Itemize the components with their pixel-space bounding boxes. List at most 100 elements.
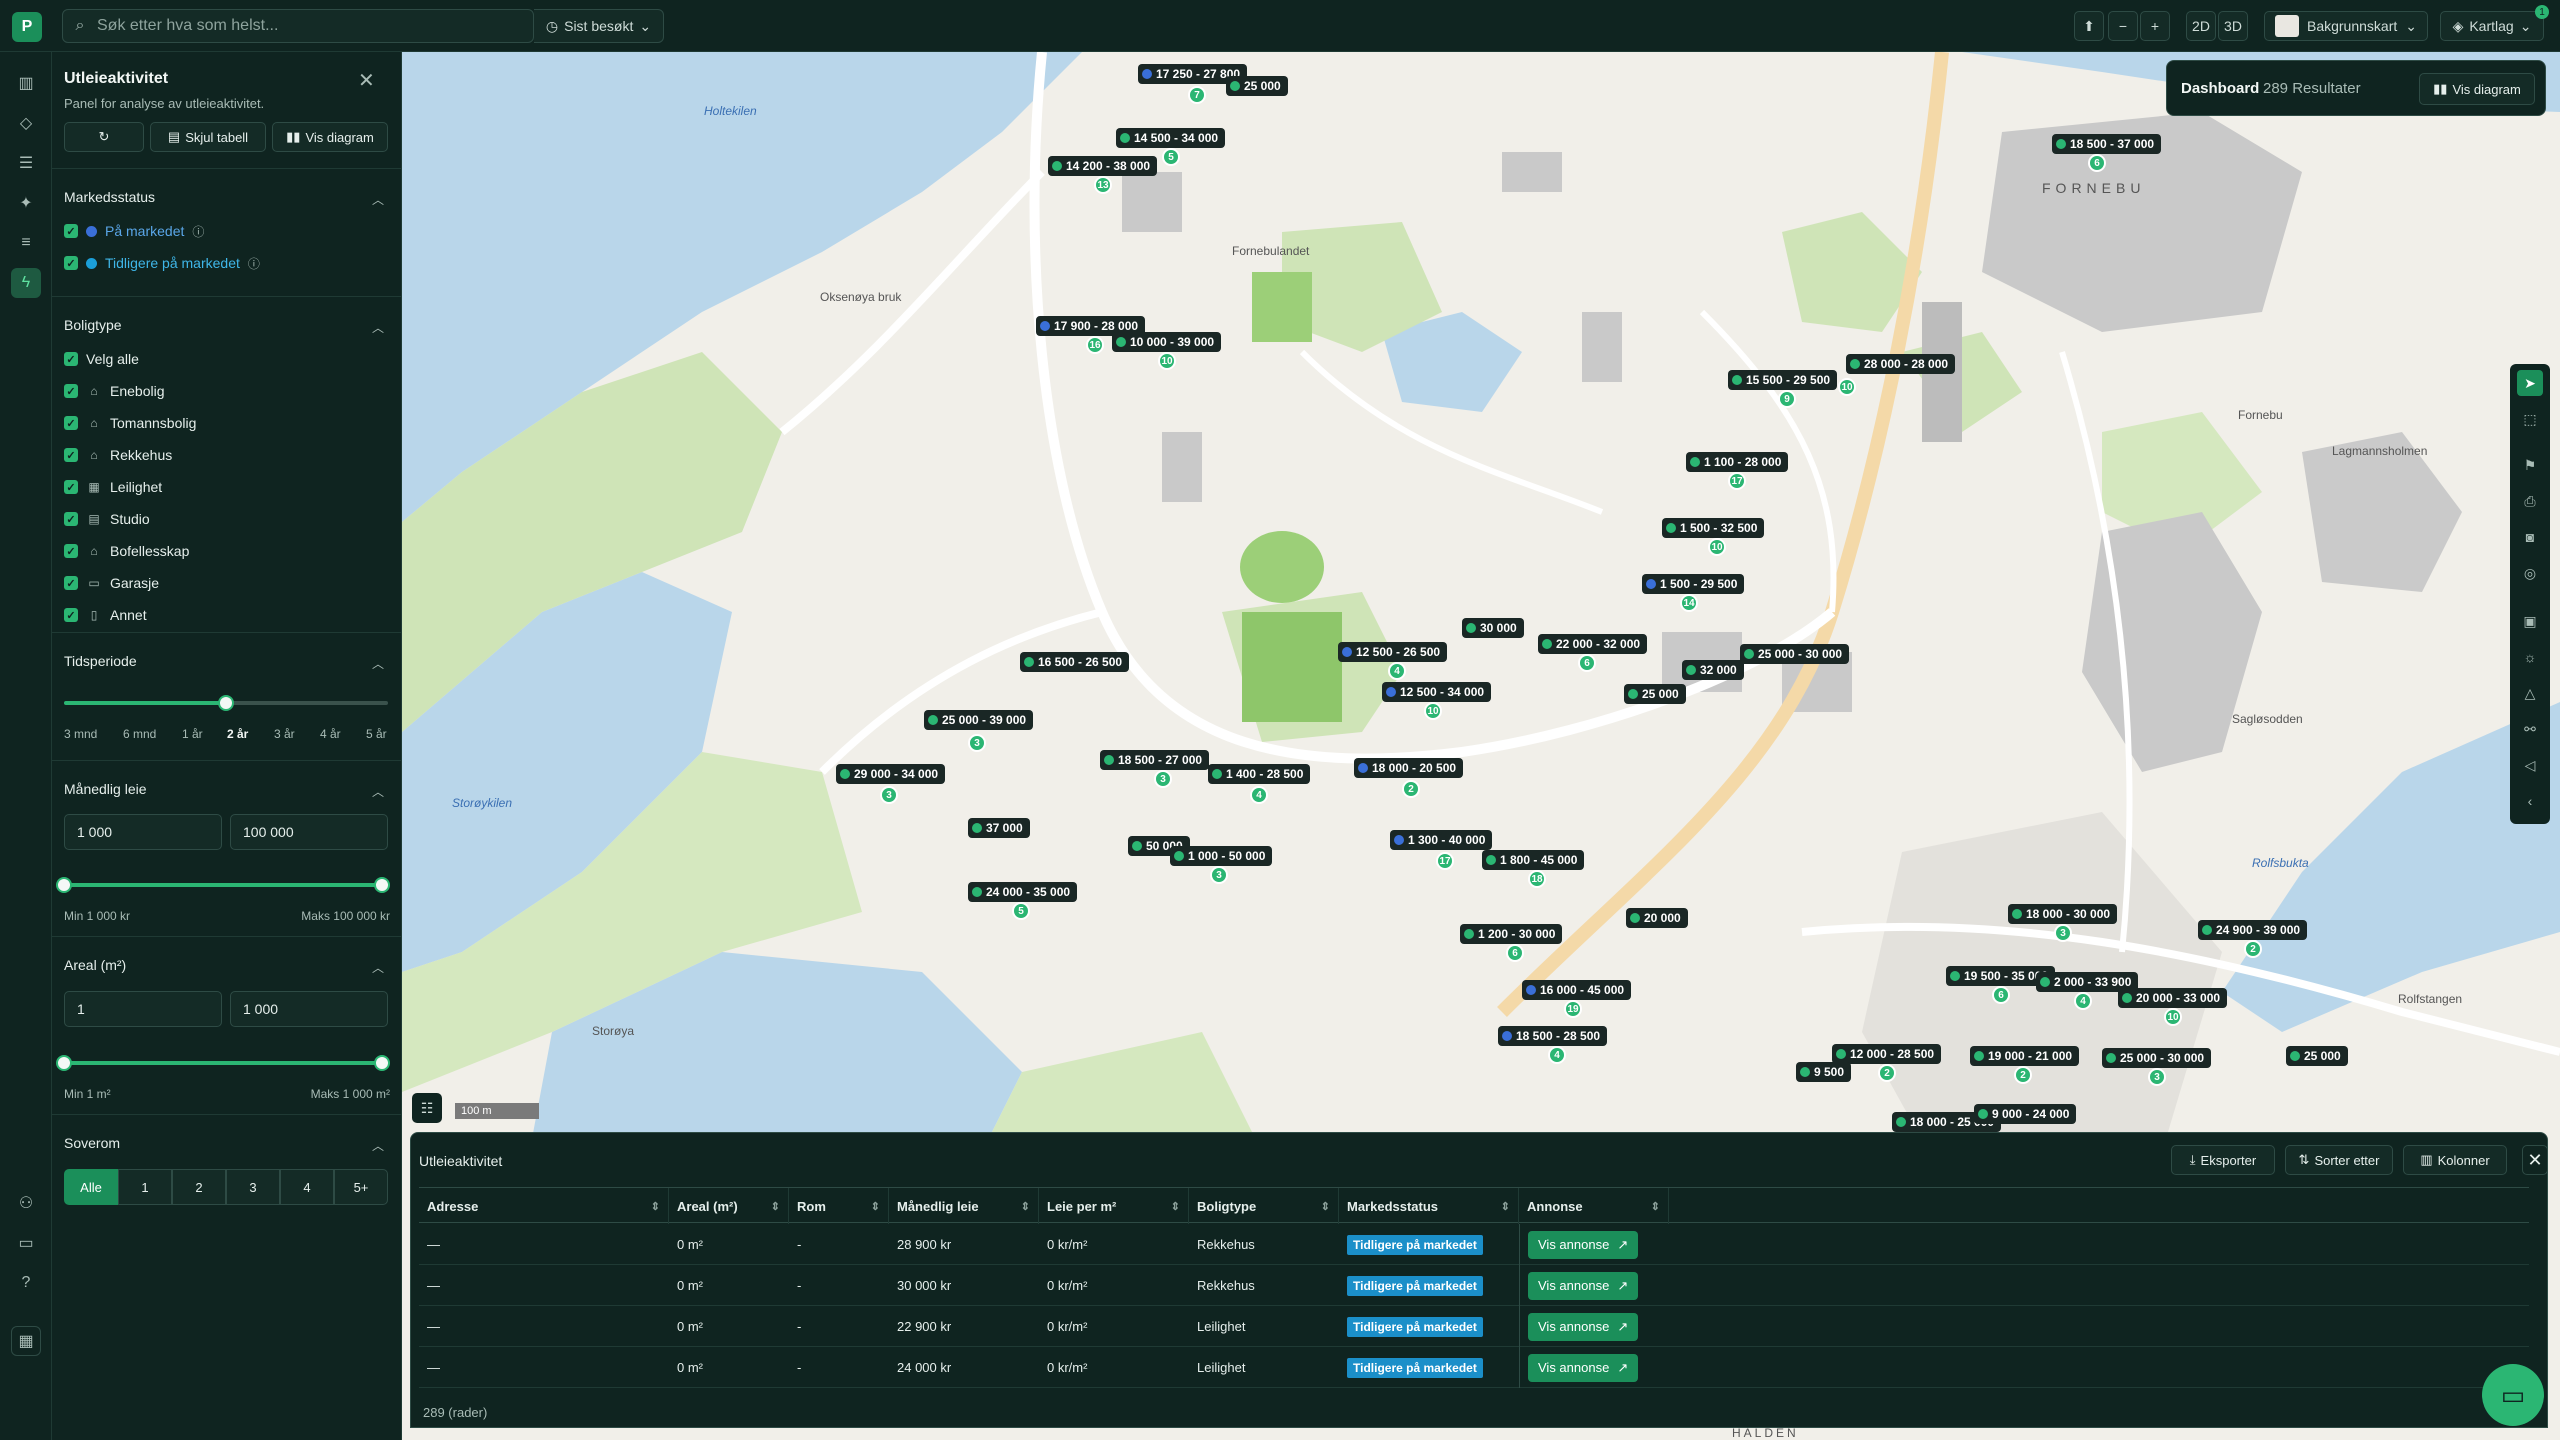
column-header[interactable]: Annonse ⇕ <box>1519 1188 1669 1224</box>
location-icon[interactable]: ◎ <box>2517 560 2543 586</box>
table-row[interactable]: — 0 m² - 30 000 kr 0 kr/m² Rekkehus Tidl… <box>419 1265 2529 1306</box>
checkbox[interactable]: ✓ <box>64 480 78 494</box>
type-row[interactable]: ✓ ⌂ Enebolig <box>64 381 165 401</box>
chat-icon[interactable]: ▭ <box>11 1228 41 1258</box>
mode-2d-button[interactable]: 2D <box>2186 11 2216 41</box>
column-header[interactable]: Månedlig leie ⇕ <box>889 1188 1039 1224</box>
map-pin[interactable]: 1 100 - 28 000 <box>1686 452 1789 472</box>
map-pin[interactable]: 24 000 - 35 000 <box>968 882 1078 902</box>
period-tick[interactable]: 5 år <box>366 727 387 741</box>
period-tick[interactable]: 3 mnd <box>64 727 97 741</box>
map-pin[interactable]: 18 500 - 37 000 <box>2052 134 2162 154</box>
info-icon[interactable]: ⓘ <box>192 223 204 240</box>
map-pin[interactable]: 12 000 - 28 500 <box>1832 1044 1942 1064</box>
period-tick-selected[interactable]: 2 år <box>227 727 248 741</box>
map-pin[interactable]: 18 000 - 30 000 <box>2008 904 2118 924</box>
map-pin[interactable]: 14 200 - 38 000 <box>1048 156 1158 176</box>
map-pin[interactable]: 30 000 <box>1462 618 1524 638</box>
map-pin[interactable]: 10 000 - 39 000 <box>1112 332 1222 352</box>
map-pin[interactable]: 1 300 - 40 000 <box>1390 830 1493 850</box>
map-cluster[interactable]: 6 <box>1992 986 2010 1004</box>
car-icon[interactable]: ▣ <box>2517 608 2543 634</box>
checkbox[interactable]: ✓ <box>64 416 78 430</box>
map-pin[interactable]: 37 000 <box>968 818 1030 838</box>
map-pin[interactable]: 12 500 - 26 500 <box>1338 642 1448 662</box>
checkbox[interactable]: ✓ <box>64 608 78 622</box>
type-row[interactable]: ✓ ▤ Studio <box>64 509 150 529</box>
column-header[interactable]: Leie per m² ⇕ <box>1039 1188 1189 1224</box>
rent-slider-min-handle[interactable] <box>56 877 72 893</box>
layers-dropdown[interactable]: ◈ Kartlag ⌄ 1 <box>2440 5 2549 41</box>
table-row[interactable]: — 0 m² - 24 000 kr 0 kr/m² Leilighet Tid… <box>419 1347 2529 1388</box>
status-row-previously[interactable]: ✓ Tidligere på markedet ⓘ <box>64 253 260 273</box>
map-cluster[interactable]: 6 <box>1506 944 1524 962</box>
type-row[interactable]: ✓ ⌂ Tomannsbolig <box>64 413 196 433</box>
map-pin[interactable]: 25 000 - 30 000 <box>2102 1048 2212 1068</box>
sun-icon[interactable]: ☼ <box>2517 644 2543 670</box>
area-slider-max-handle[interactable] <box>374 1055 390 1071</box>
period-tick[interactable]: 3 år <box>274 727 295 741</box>
map-cluster[interactable]: 10 <box>1424 702 1442 720</box>
map-pin[interactable]: 28 000 - 28 000 <box>1846 354 1956 374</box>
dashboard-chart-button[interactable]: ▮▮ Vis diagram <box>2419 73 2535 105</box>
filter-icon[interactable]: ≡ <box>11 228 41 258</box>
map-cluster[interactable]: 7 <box>1188 86 1206 104</box>
map-cluster[interactable]: 17 <box>1436 852 1454 870</box>
map-cluster[interactable]: 3 <box>968 734 986 752</box>
table-row[interactable]: — 0 m² - 22 900 kr 0 kr/m² Leilighet Tid… <box>419 1306 2529 1347</box>
route-icon[interactable]: ⚯ <box>2517 716 2543 742</box>
map-pin[interactable]: 25 000 <box>2286 1046 2348 1066</box>
map-cluster[interactable]: 17 <box>1728 472 1746 490</box>
map-pin[interactable]: 1 500 - 32 500 <box>1662 518 1765 538</box>
map-cluster[interactable]: 10 <box>1158 352 1176 370</box>
compass-button[interactable]: ⬆ <box>2074 11 2104 41</box>
chevron-up-icon[interactable]: ︿ <box>372 655 384 672</box>
map-pin[interactable]: 25 000 <box>1624 684 1686 704</box>
map-cluster[interactable]: 6 <box>2088 154 2106 172</box>
map-pin[interactable]: 1 400 - 28 500 <box>1208 764 1311 784</box>
bedrooms-option[interactable]: 3 <box>226 1169 280 1205</box>
map-cluster[interactable]: 4 <box>1250 786 1268 804</box>
send-icon[interactable]: ◁ <box>2517 752 2543 778</box>
map-pin[interactable]: 20 000 <box>1626 908 1688 928</box>
area-min-input[interactable]: 1 <box>64 991 222 1027</box>
apps-grid-icon[interactable]: ▦ <box>11 1326 41 1356</box>
ruler-icon[interactable]: △ <box>2517 680 2543 706</box>
type-row[interactable]: ✓ ▯ Annet <box>64 605 147 625</box>
help-icon[interactable]: ? <box>11 1268 41 1298</box>
rent-min-input[interactable]: 1 000 <box>64 814 222 850</box>
zoom-in-button[interactable]: + <box>2140 11 2170 41</box>
column-header[interactable]: Areal (m²) ⇕ <box>669 1188 789 1224</box>
print-icon[interactable]: ⎙ <box>2517 488 2543 514</box>
type-row[interactable]: ✓ ▭ Garasje <box>64 573 159 593</box>
checkbox[interactable]: ✓ <box>64 448 78 462</box>
map-pin[interactable]: 9 500 <box>1796 1062 1852 1082</box>
rent-max-input[interactable]: 100 000 <box>230 814 388 850</box>
period-tick[interactable]: 4 år <box>320 727 341 741</box>
cursor-icon[interactable]: ➤ <box>2517 370 2543 396</box>
area-slider-min-handle[interactable] <box>56 1055 72 1071</box>
bedrooms-option-all[interactable]: Alle <box>64 1169 118 1205</box>
rent-slider-max-handle[interactable] <box>374 877 390 893</box>
map-pin[interactable]: 22 000 - 32 000 <box>1538 634 1648 654</box>
sparkle-icon[interactable]: ✦ <box>11 188 41 218</box>
map-pin[interactable]: 1 000 - 50 000 <box>1170 846 1273 866</box>
map-cluster[interactable]: 3 <box>1210 866 1228 884</box>
map-pin[interactable]: 1 800 - 45 000 <box>1482 850 1585 870</box>
map-pin[interactable]: 20 000 - 33 000 <box>2118 988 2228 1008</box>
checkbox[interactable]: ✓ <box>64 512 78 526</box>
map-cluster[interactable]: 14 <box>1680 594 1698 612</box>
close-icon[interactable]: ✕ <box>2522 1145 2548 1175</box>
info-icon[interactable]: ⓘ <box>248 255 260 272</box>
view-ad-button[interactable]: Vis annonse ↗ <box>1528 1271 1639 1300</box>
map-cluster[interactable]: 10 <box>2164 1008 2182 1026</box>
list-icon[interactable]: ☰ <box>11 148 41 178</box>
map-cluster[interactable]: 3 <box>1154 770 1172 788</box>
map-icon[interactable]: ▥ <box>11 68 41 98</box>
map-pin[interactable]: 14 500 - 34 000 <box>1116 128 1226 148</box>
camera-icon[interactable]: ◙ <box>2517 524 2543 550</box>
map-cluster[interactable]: 2 <box>2244 940 2262 958</box>
column-header[interactable]: Boligtype ⇕ <box>1189 1188 1339 1224</box>
bedrooms-option[interactable]: 1 <box>118 1169 172 1205</box>
map-pin[interactable]: 1 500 - 29 500 <box>1642 574 1745 594</box>
